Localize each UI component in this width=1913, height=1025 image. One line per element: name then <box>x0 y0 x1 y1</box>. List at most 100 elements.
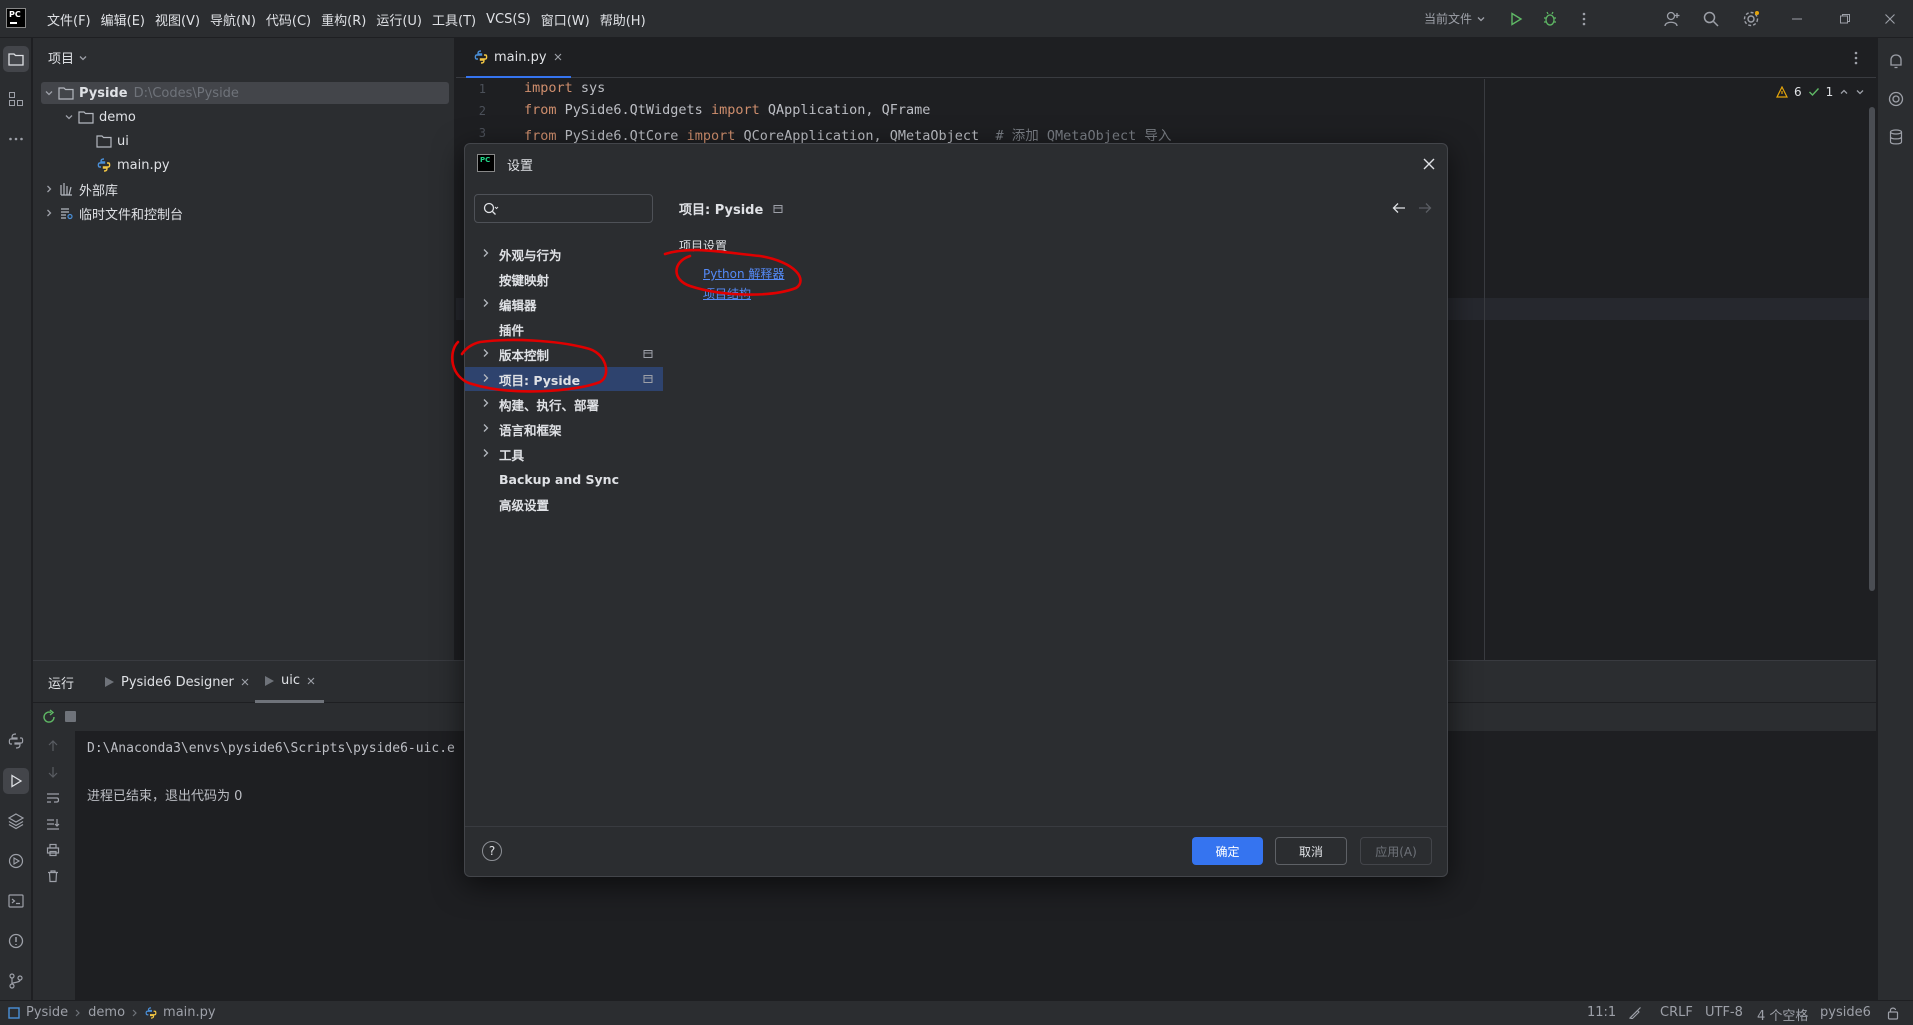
breadcrumb-item[interactable]: Pyside <box>26 1005 68 1020</box>
run-config-selector[interactable]: 当前文件 <box>1424 10 1486 27</box>
apply-button[interactable]: 应用(A) <box>1360 837 1432 865</box>
arrow-left-icon[interactable] <box>1392 202 1406 214</box>
settings-nav-item[interactable]: 按键映射 <box>465 267 663 291</box>
layers-icon[interactable] <box>3 808 29 834</box>
run-tool-icon[interactable] <box>3 768 29 794</box>
settings-nav-item[interactable]: 项目: Pyside <box>465 367 663 391</box>
soft-wrap-icon[interactable] <box>46 791 60 805</box>
run-icon[interactable] <box>1505 8 1527 30</box>
settings-nav-item[interactable]: 版本控制 <box>465 342 663 366</box>
menu-view[interactable]: 视图(V) <box>150 6 205 33</box>
chevron-down-icon[interactable] <box>1855 87 1865 97</box>
chevron-right-icon[interactable] <box>481 347 491 359</box>
search-icon[interactable] <box>1700 8 1722 30</box>
tree-item-main-py[interactable]: main.py <box>95 154 170 176</box>
interpreter-setting[interactable]: pyside6 <box>1820 1005 1871 1020</box>
tree-item-demo[interactable]: demo <box>61 106 136 128</box>
close-window-icon[interactable] <box>1867 0 1913 38</box>
file-encoding[interactable]: UTF-8 <box>1705 1005 1743 1020</box>
close-icon[interactable] <box>553 52 563 62</box>
chevron-right-icon[interactable] <box>481 297 491 309</box>
settings-nav-item[interactable]: 高级设置 <box>465 492 663 516</box>
inspection-widget[interactable]: 6 1 <box>1776 85 1865 99</box>
scroll-to-end-icon[interactable] <box>46 817 60 831</box>
terminal-icon[interactable] <box>3 888 29 914</box>
chevron-right-icon[interactable] <box>481 397 491 409</box>
tab-uic[interactable]: uic <box>255 661 324 703</box>
ai-assistant-icon[interactable] <box>1883 86 1909 112</box>
print-icon[interactable] <box>46 843 60 857</box>
tab-pyside6-designer[interactable]: Pyside6 Designer <box>103 661 250 703</box>
cancel-button[interactable]: 取消 <box>1275 837 1347 865</box>
database-icon[interactable] <box>1883 124 1909 150</box>
settings-nav-item[interactable]: 工具 <box>465 442 663 466</box>
menu-file[interactable]: 文件(F) <box>42 6 96 33</box>
problems-icon[interactable] <box>3 928 29 954</box>
menu-vcs[interactable]: VCS(S) <box>481 8 536 31</box>
settings-nav-item[interactable]: 外观与行为 <box>465 242 663 266</box>
gear-icon[interactable] <box>1740 8 1762 30</box>
settings-nav-item[interactable]: 语言和框架 <box>465 417 663 441</box>
restore-icon[interactable] <box>1822 0 1868 38</box>
notifications-icon[interactable] <box>1883 48 1909 74</box>
help-button[interactable]: ? <box>482 841 502 861</box>
ok-button[interactable]: 确定 <box>1192 837 1263 865</box>
services-icon[interactable] <box>3 848 29 874</box>
stop-icon[interactable] <box>65 711 76 722</box>
settings-nav-item[interactable]: 插件 <box>465 317 663 341</box>
chevron-right-icon[interactable] <box>481 372 491 384</box>
tab-main-py[interactable]: main.py <box>466 38 571 78</box>
chevron-right-icon[interactable] <box>41 208 57 218</box>
python-interpreter-link[interactable]: Python 解释器 <box>703 265 784 282</box>
menu-run[interactable]: 运行(U) <box>371 6 427 33</box>
menu-edit[interactable]: 编辑(E) <box>96 6 150 33</box>
settings-nav-item[interactable]: 编辑器 <box>465 292 663 316</box>
menu-help[interactable]: 帮助(H) <box>595 6 651 33</box>
editor-scrollbar[interactable] <box>1869 107 1875 591</box>
arrow-right-icon[interactable] <box>1418 202 1432 214</box>
tree-item-pyside[interactable]: Pyside D:\Codes\Pyside <box>41 82 449 104</box>
chevron-right-icon[interactable] <box>481 447 491 459</box>
menu-navigate[interactable]: 导航(N) <box>205 6 261 33</box>
python-console-icon[interactable] <box>3 728 29 754</box>
menu-code[interactable]: 代码(C) <box>261 6 316 33</box>
more-vertical-icon[interactable] <box>1573 8 1595 30</box>
breadcrumb-item[interactable]: demo <box>88 1005 125 1020</box>
arrow-up-icon[interactable] <box>46 739 60 753</box>
project-panel-header[interactable]: 项目 <box>48 48 88 67</box>
close-icon[interactable] <box>306 676 316 686</box>
project-tool-icon[interactable] <box>3 46 29 72</box>
close-icon[interactable] <box>1418 153 1440 175</box>
chevron-down-icon[interactable] <box>61 112 77 122</box>
chevron-down-icon[interactable] <box>41 88 57 98</box>
close-icon[interactable] <box>240 677 250 687</box>
no-edit-icon[interactable] <box>1628 1006 1642 1020</box>
chevron-right-icon[interactable] <box>481 247 491 259</box>
chevron-right-icon[interactable] <box>41 184 57 194</box>
menu-refactor[interactable]: 重构(R) <box>316 6 371 33</box>
more-vertical-icon[interactable] <box>1848 50 1864 66</box>
menu-tools[interactable]: 工具(T) <box>427 6 481 33</box>
rerun-icon[interactable] <box>41 709 57 725</box>
git-icon[interactable] <box>3 968 29 994</box>
settings-search-field[interactable] <box>474 194 653 223</box>
settings-nav-item[interactable]: Backup and Sync <box>465 467 663 491</box>
debug-icon[interactable] <box>1539 8 1561 30</box>
tree-item-ui[interactable]: ui <box>95 130 129 152</box>
structure-icon[interactable] <box>3 86 29 112</box>
breadcrumb-item[interactable]: main.py <box>163 1005 216 1020</box>
menu-window[interactable]: 窗口(W) <box>536 6 595 33</box>
line-separator[interactable]: CRLF <box>1660 1005 1693 1020</box>
project-structure-link[interactable]: 项目结构 <box>703 285 751 302</box>
more-horizontal-icon[interactable] <box>3 126 29 152</box>
indent-setting[interactable]: 4 个空格 <box>1757 1005 1808 1024</box>
add-user-icon[interactable] <box>1661 8 1683 30</box>
tree-item-scratches[interactable]: 临时文件和控制台 <box>41 202 183 224</box>
settings-nav-item[interactable]: 构建、执行、部署 <box>465 392 663 416</box>
trash-icon[interactable] <box>46 869 60 883</box>
minimize-icon[interactable] <box>1774 0 1820 38</box>
tree-item-external-libs[interactable]: 外部库 <box>41 178 118 200</box>
chevron-up-icon[interactable] <box>1839 87 1849 97</box>
chevron-right-icon[interactable] <box>481 422 491 434</box>
settings-search-input[interactable] <box>505 199 645 219</box>
